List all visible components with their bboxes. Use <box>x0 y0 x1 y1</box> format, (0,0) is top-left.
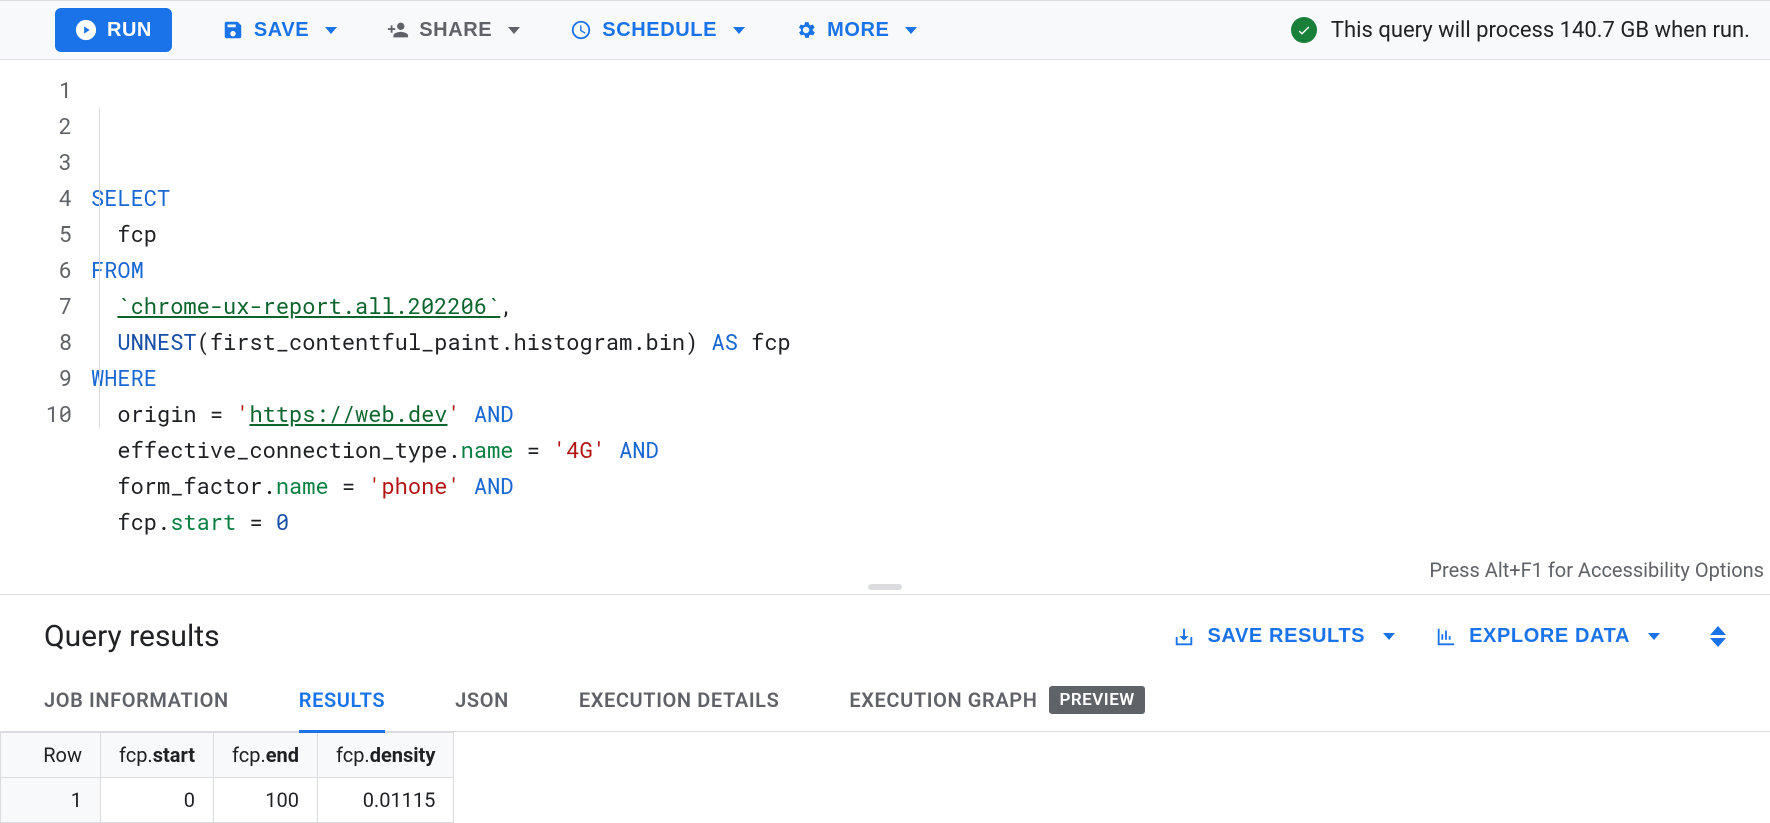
person-add-icon <box>387 19 409 41</box>
chevron-down-icon <box>1710 638 1726 647</box>
save-results-button[interactable]: SAVE RESULTS <box>1173 625 1395 648</box>
chevron-down-icon <box>1648 633 1660 640</box>
grip-icon <box>868 584 902 590</box>
panel-resize-handle[interactable]: Press Alt+F1 for Accessibility Options <box>0 580 1770 594</box>
run-button[interactable]: RUN <box>55 8 172 52</box>
indent-guide <box>99 108 100 428</box>
check-circle-icon <box>1291 17 1317 43</box>
chevron-down-icon <box>325 27 337 34</box>
preview-badge: PREVIEW <box>1049 686 1144 714</box>
save-label: SAVE <box>254 19 309 42</box>
explore-data-label: EXPLORE DATA <box>1469 625 1630 648</box>
line-gutter: 12345678910 <box>0 60 90 580</box>
query-toolbar: RUN SAVE SHARE SCHEDULE MORE This query … <box>0 0 1770 60</box>
accessibility-hint: Press Alt+F1 for Accessibility Options <box>1429 558 1764 582</box>
chart-icon <box>1435 626 1457 648</box>
col-header: fcp.density <box>318 733 454 778</box>
results-table-wrap: Rowfcp.startfcp.endfcp.density101000.011… <box>0 732 1770 823</box>
results-table: Rowfcp.startfcp.endfcp.density101000.011… <box>0 732 454 823</box>
chevron-down-icon <box>905 27 917 34</box>
col-header: fcp.start <box>101 733 214 778</box>
chevron-down-icon <box>733 27 745 34</box>
more-label: MORE <box>827 19 889 42</box>
more-button[interactable]: MORE <box>795 19 917 42</box>
play-icon <box>75 19 97 41</box>
chevron-down-icon <box>508 27 520 34</box>
status-text: This query will process 140.7 GB when ru… <box>1331 18 1750 43</box>
code-area[interactable]: SELECT fcpFROM `chrome-ux-report.all.202… <box>90 60 1770 580</box>
expand-collapse-button[interactable] <box>1710 626 1726 647</box>
schedule-label: SCHEDULE <box>602 19 717 42</box>
tab-results[interactable]: RESULTS <box>299 670 385 733</box>
table-row[interactable]: 101000.01115 <box>1 778 454 823</box>
chevron-up-icon <box>1710 626 1726 635</box>
col-header: Row <box>1 733 101 778</box>
col-header: fcp.end <box>214 733 318 778</box>
run-label: RUN <box>107 19 152 42</box>
save-icon <box>222 19 244 41</box>
clock-icon <box>570 19 592 41</box>
gear-icon <box>795 19 817 41</box>
chevron-down-icon <box>1383 633 1395 640</box>
sql-editor[interactable]: 12345678910 SELECT fcpFROM `chrome-ux-re… <box>0 60 1770 580</box>
schedule-button[interactable]: SCHEDULE <box>570 19 745 42</box>
tab-json[interactable]: JSON <box>455 670 509 733</box>
save-results-label: SAVE RESULTS <box>1207 625 1365 648</box>
share-label: SHARE <box>419 19 492 42</box>
query-validation-status: This query will process 140.7 GB when ru… <box>1291 17 1750 43</box>
results-tabs: JOB INFORMATION RESULTS JSON EXECUTION DETA… <box>0 672 1770 732</box>
download-icon <box>1173 626 1195 648</box>
tab-job-information[interactable]: JOB INFORMATION <box>44 670 229 733</box>
tab-execution-details[interactable]: EXECUTION DETAILS <box>579 670 780 733</box>
share-button[interactable]: SHARE <box>387 19 520 42</box>
tab-execution-graph[interactable]: EXECUTION GRAPHPREVIEW <box>849 668 1144 735</box>
explore-data-button[interactable]: EXPLORE DATA <box>1435 625 1660 648</box>
results-title: Query results <box>44 619 1133 654</box>
save-button[interactable]: SAVE <box>222 19 337 42</box>
results-header: Query results SAVE RESULTS EXPLORE DATA <box>0 594 1770 672</box>
